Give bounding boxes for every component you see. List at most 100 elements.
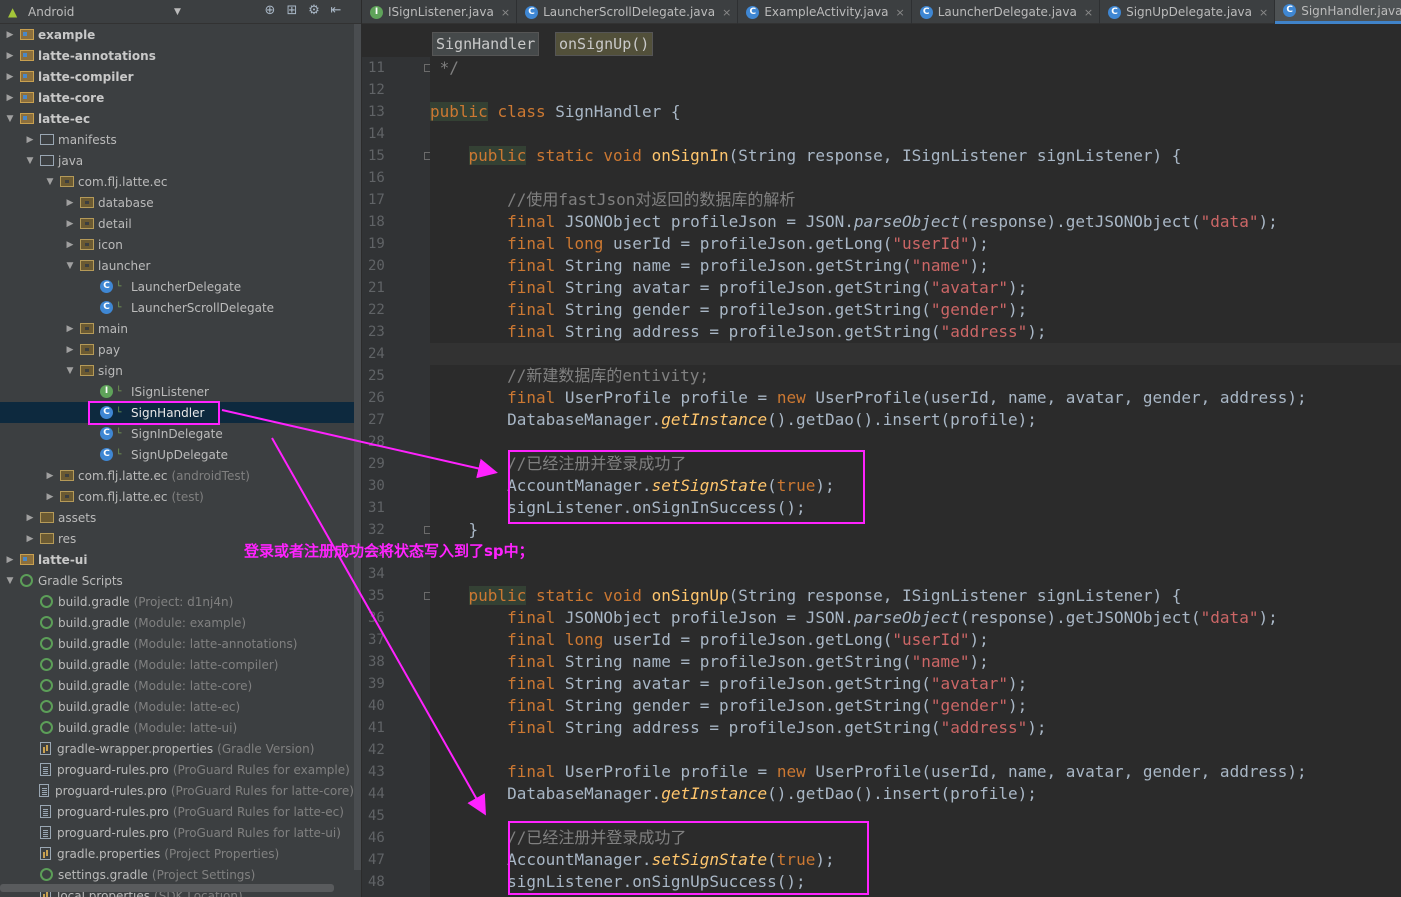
expand-right-icon[interactable]: ▶: [64, 219, 76, 229]
chevron-down-icon[interactable]: ▼: [174, 7, 181, 17]
code-line[interactable]: DatabaseManager.getInstance().getDao().i…: [430, 783, 1401, 805]
tree-item[interactable]: ▶ pay: [0, 339, 354, 360]
tree-item[interactable]: ▶build.gradle(Module: latte-ec): [0, 696, 354, 717]
tree-item[interactable]: ▶ detail: [0, 213, 354, 234]
editor-tab[interactable]: I ISignListener.java ×: [362, 0, 518, 24]
tree-item[interactable]: ▶ manifests: [0, 129, 354, 150]
code-line[interactable]: }: [430, 519, 1401, 541]
tree-item[interactable]: ▶proguard-rules.pro(ProGuard Rules for l…: [0, 801, 354, 822]
code-line[interactable]: public class SignHandler {: [430, 101, 1401, 123]
expand-right-icon[interactable]: ▶: [24, 534, 36, 544]
expand-right-icon[interactable]: ▶: [64, 345, 76, 355]
expand-right-icon[interactable]: ▶: [44, 492, 56, 502]
code-line[interactable]: final JSONObject profileJson = JSON.pars…: [430, 607, 1401, 629]
code-line[interactable]: final String gender = profileJson.getStr…: [430, 299, 1401, 321]
expand-right-icon[interactable]: ▶: [64, 324, 76, 334]
tree-item[interactable]: ▶proguard-rules.pro(ProGuard Rules for l…: [0, 780, 354, 801]
code-line[interactable]: final UserProfile profile = new UserProf…: [430, 761, 1401, 783]
code-line[interactable]: //已经注册并登录成功了: [430, 827, 1401, 849]
editor-tab[interactable]: C LauncherDelegate.java ×: [912, 0, 1101, 24]
expand-right-icon[interactable]: ▶: [4, 30, 16, 40]
code-line[interactable]: AccountManager.setSignState(true);: [430, 475, 1401, 497]
tree-item[interactable]: ▶C└SignUpDelegate: [0, 444, 354, 465]
tree-item[interactable]: ▶build.gradle(Module: latte-core): [0, 675, 354, 696]
tree-item[interactable]: ▶ example: [0, 24, 354, 45]
code-editor[interactable]: */ public class SignHandler { public stat…: [430, 57, 1401, 897]
tree-item[interactable]: ▶C└SignInDelegate: [0, 423, 354, 444]
tree-item[interactable]: ▶ icon: [0, 234, 354, 255]
expand-right-icon[interactable]: ▶: [4, 93, 16, 103]
tree-item[interactable]: ▶build.gradle(Module: latte-annotations): [0, 633, 354, 654]
tree-item[interactable]: ▶build.gradle(Module: latte-compiler): [0, 654, 354, 675]
expand-right-icon[interactable]: ▶: [4, 555, 16, 565]
code-line[interactable]: signListener.onSignUpSuccess();: [430, 871, 1401, 893]
expand-right-icon[interactable]: ▶: [44, 471, 56, 481]
code-line[interactable]: //已经注册并登录成功了: [430, 453, 1401, 475]
code-line[interactable]: //使用fastJson对返回的数据库的解析: [430, 189, 1401, 211]
expand-down-icon[interactable]: ▼: [64, 261, 76, 271]
tree-item[interactable]: ▶C└SignHandler: [0, 402, 354, 423]
tree-item[interactable]: ▶settings.gradle(Project Settings): [0, 864, 354, 885]
tree-item[interactable]: ▶build.gradle(Module: example): [0, 612, 354, 633]
tree-item[interactable]: ▶C└LauncherScrollDelegate: [0, 297, 354, 318]
expand-right-icon[interactable]: ▶: [24, 513, 36, 523]
expand-right-icon[interactable]: ▶: [24, 135, 36, 145]
expand-down-icon[interactable]: ▼: [4, 114, 16, 124]
code-line[interactable]: final long userId = profileJson.getLong(…: [430, 233, 1401, 255]
horizontal-scrollbar[interactable]: [0, 884, 334, 892]
expand-down-icon[interactable]: ▼: [24, 156, 36, 166]
tree-item[interactable]: ▶gradle.properties(Project Properties): [0, 843, 354, 864]
close-icon[interactable]: ×: [1259, 6, 1268, 19]
expand-down-icon[interactable]: ▼: [64, 366, 76, 376]
code-line[interactable]: final String address = profileJson.getSt…: [430, 717, 1401, 739]
editor-tab[interactable]: C SignUpDelegate.java ×: [1100, 0, 1276, 24]
vertical-scrollbar[interactable]: [354, 24, 361, 870]
code-line[interactable]: [430, 431, 1401, 453]
code-line[interactable]: public static void onSignUp(String respo…: [430, 585, 1401, 607]
code-line[interactable]: AccountManager.setSignState(true);: [430, 849, 1401, 871]
tree-item[interactable]: ▼ launcher: [0, 255, 354, 276]
tree-item[interactable]: ▶proguard-rules.pro(ProGuard Rules for l…: [0, 822, 354, 843]
code-line[interactable]: final String avatar = profileJson.getStr…: [430, 673, 1401, 695]
breadcrumb-class[interactable]: SignHandler: [432, 32, 540, 56]
code-line[interactable]: final JSONObject profileJson = JSON.pars…: [430, 211, 1401, 233]
code-line[interactable]: public static void onSignIn(String respo…: [430, 145, 1401, 167]
code-line[interactable]: final String address = profileJson.getSt…: [430, 321, 1401, 343]
tree-item[interactable]: ▼ java: [0, 150, 354, 171]
expand-right-icon[interactable]: ▶: [4, 72, 16, 82]
tree-item[interactable]: ▼ com.flj.latte.ec: [0, 171, 354, 192]
tree-item[interactable]: ▶ latte-compiler: [0, 66, 354, 87]
tree-item[interactable]: ▼ Gradle Scripts: [0, 570, 354, 591]
tree-item[interactable]: ▶ assets: [0, 507, 354, 528]
expand-right-icon[interactable]: ▶: [64, 240, 76, 250]
close-icon[interactable]: ×: [896, 6, 905, 19]
code-line[interactable]: */: [430, 57, 1401, 79]
code-line[interactable]: final String name = profileJson.getStrin…: [430, 651, 1401, 673]
editor-tab[interactable]: C ExampleActivity.java ×: [738, 0, 912, 24]
close-icon[interactable]: ×: [722, 6, 731, 19]
code-line[interactable]: final String avatar = profileJson.getStr…: [430, 277, 1401, 299]
collapse-all-icon[interactable]: ⊞: [284, 3, 300, 18]
code-line[interactable]: final long userId = profileJson.getLong(…: [430, 629, 1401, 651]
code-line[interactable]: DatabaseManager.getInstance().getDao().i…: [430, 409, 1401, 431]
tree-item[interactable]: ▶gradle-wrapper.properties(Gradle Versio…: [0, 738, 354, 759]
code-line[interactable]: [430, 343, 1401, 365]
hide-panel-icon[interactable]: ⇤: [328, 3, 344, 18]
tree-item[interactable]: ▶ latte-annotations: [0, 45, 354, 66]
tree-item[interactable]: ▼ latte-ec: [0, 108, 354, 129]
expand-right-icon[interactable]: ▶: [64, 198, 76, 208]
editor-tab[interactable]: CSignHandler.java×: [1275, 0, 1401, 24]
code-line[interactable]: [430, 167, 1401, 189]
tree-item[interactable]: ▶ com.flj.latte.ec (test): [0, 486, 354, 507]
tree-item[interactable]: ▶I└ISignListener: [0, 381, 354, 402]
code-line[interactable]: final UserProfile profile = new UserProf…: [430, 387, 1401, 409]
close-icon[interactable]: ×: [501, 6, 510, 19]
code-line[interactable]: [430, 541, 1401, 563]
tree-item[interactable]: ▶build.gradle(Module: latte-ui): [0, 717, 354, 738]
expand-down-icon[interactable]: ▼: [4, 576, 16, 586]
tree-item[interactable]: ▶ database: [0, 192, 354, 213]
code-line[interactable]: signListener.onSignInSuccess();: [430, 497, 1401, 519]
close-icon[interactable]: ×: [1084, 6, 1093, 19]
scroll-from-source-icon[interactable]: ⊕: [262, 3, 278, 18]
gear-icon[interactable]: ⚙: [306, 3, 322, 18]
